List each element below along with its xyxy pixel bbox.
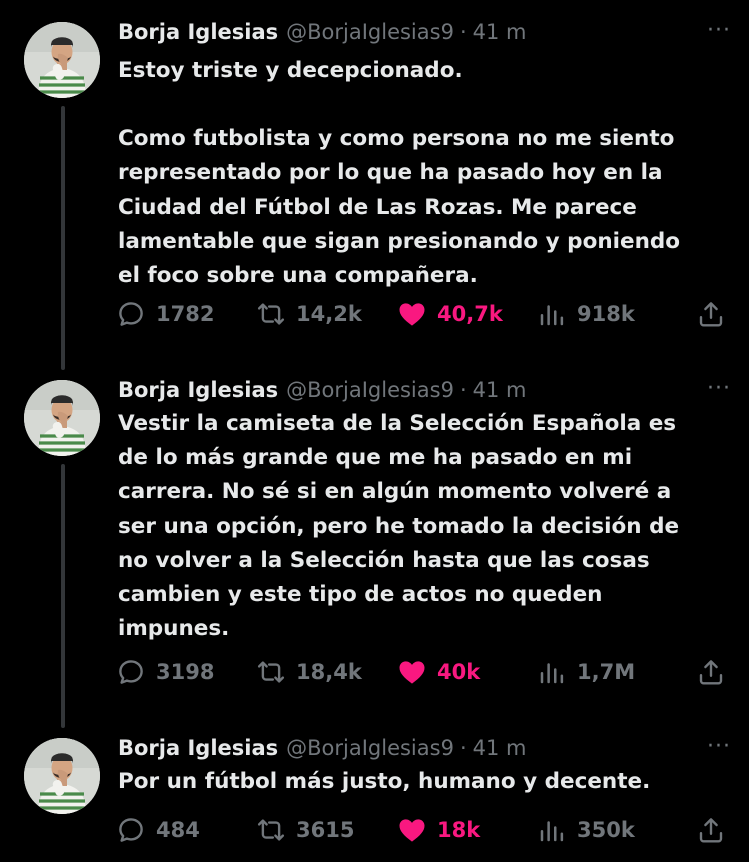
- author-name[interactable]: Borja Iglesias: [118, 378, 278, 402]
- like-heart-icon: [399, 661, 425, 684]
- tweet-line: Ciudad del Fútbol de Las Rozas. Me parec…: [118, 194, 637, 220]
- more-options-icon[interactable]: ···: [695, 373, 731, 403]
- timestamp[interactable]: 41 m: [473, 378, 527, 402]
- tweet-line: no volver a la Selección hasta que las c…: [118, 547, 650, 573]
- views-button[interactable]: 918k: [537, 296, 635, 332]
- tweet-line: representado por lo que ha pasado hoy en…: [118, 160, 663, 186]
- share-icon: [699, 660, 723, 685]
- tweet-line: Como futbolista y como persona no me sie…: [118, 126, 675, 152]
- views-count: 918k: [577, 302, 635, 326]
- reply-count: 1782: [156, 302, 215, 326]
- like-count: 40,7k: [437, 302, 503, 326]
- tweet-actions: 484 3615 18k 350k: [116, 812, 726, 848]
- reply-button[interactable]: 1782: [116, 296, 214, 332]
- tweet-line: impunes.: [118, 616, 230, 642]
- tweet-actions: 1782 14,2k 40,7k 918k: [116, 296, 726, 332]
- more-options-icon[interactable]: ···: [695, 731, 731, 761]
- reply-button[interactable]: 484: [116, 812, 200, 848]
- tweet-line: carrera. No sé si en algún momento volve…: [118, 479, 672, 505]
- tweet-text: Por un fútbol más justo, humano y decent…: [118, 765, 723, 799]
- more-options-icon[interactable]: ···: [695, 15, 731, 45]
- share-button[interactable]: [696, 654, 726, 690]
- avatar[interactable]: [24, 738, 100, 814]
- retweet-icon: [257, 303, 285, 325]
- tweet-line: Estoy triste y decepcionado.: [118, 58, 463, 83]
- tweet-line: Vestir la camiseta de la Selección Españ…: [118, 411, 677, 436]
- views-chart-icon: [540, 305, 564, 326]
- author-name[interactable]: Borja Iglesias: [118, 736, 278, 760]
- retweet-button[interactable]: 18,4k: [256, 654, 362, 690]
- separator-dot: ·: [459, 20, 467, 44]
- tweet-line: cambien y este tipo de actos no queden: [118, 582, 603, 608]
- views-count: 1,7M: [577, 660, 636, 684]
- tweet-line: lamentable que sigan presionando y ponie…: [118, 228, 681, 254]
- tweet-line: ser una opción, pero he tomado la decisi…: [118, 513, 680, 539]
- retweet-count: 3615: [296, 818, 355, 842]
- share-icon: [699, 818, 723, 843]
- thread-line-1: [61, 106, 65, 370]
- author-handle[interactable]: @BorjaIglesias9: [286, 378, 454, 402]
- like-count: 40k: [437, 660, 481, 684]
- tweet-text: Vestir la camiseta de la Selección Españ…: [118, 407, 723, 646]
- avatar[interactable]: [24, 380, 100, 456]
- like-button[interactable]: 40,7k: [397, 296, 503, 332]
- like-button[interactable]: 18k: [397, 812, 480, 848]
- tweet-header: Borja Iglesias @BorjaIglesias9 · 41 m ··…: [118, 17, 731, 47]
- like-heart-icon: [399, 303, 425, 326]
- share-button[interactable]: [696, 812, 726, 848]
- tweet-actions: 3198 18,4k 40k 1,7M: [116, 654, 726, 690]
- tweet-line: de lo más grande que me ha pasado en mi: [118, 445, 633, 471]
- separator-dot: ·: [459, 378, 467, 402]
- views-chart-icon: [540, 663, 564, 684]
- reply-icon: [119, 302, 143, 326]
- tweet-header: Borja Iglesias @BorjaIglesias9 · 41 m ··…: [118, 733, 731, 763]
- retweet-button[interactable]: 14,2k: [256, 296, 362, 332]
- views-button[interactable]: 1,7M: [537, 654, 635, 690]
- reply-button[interactable]: 3198: [116, 654, 214, 690]
- timestamp[interactable]: 41 m: [473, 736, 527, 760]
- author-name[interactable]: Borja Iglesias: [118, 20, 278, 44]
- share-button[interactable]: [696, 296, 726, 332]
- author-handle[interactable]: @BorjaIglesias9: [286, 20, 454, 44]
- tweet-text: Estoy triste y decepcionado. Como futbol…: [118, 54, 723, 293]
- tweet-line: el foco sobre una compañera.: [118, 263, 478, 289]
- timestamp[interactable]: 41 m: [473, 20, 527, 44]
- retweet-button[interactable]: 3615: [256, 812, 354, 848]
- views-button[interactable]: 350k: [537, 812, 635, 848]
- retweet-count: 14,2k: [296, 302, 362, 326]
- author-handle[interactable]: @BorjaIglesias9: [286, 736, 454, 760]
- reply-count: 484: [156, 818, 200, 842]
- separator-dot: ·: [459, 736, 467, 760]
- reply-count: 3198: [156, 660, 215, 684]
- avatar[interactable]: [24, 22, 100, 98]
- retweet-icon: [257, 819, 285, 841]
- like-button[interactable]: 40k: [397, 654, 480, 690]
- tweet-header: Borja Iglesias @BorjaIglesias9 · 41 m ··…: [118, 375, 731, 405]
- retweet-count: 18,4k: [296, 660, 362, 684]
- reply-icon: [119, 660, 143, 684]
- like-count: 18k: [437, 818, 481, 842]
- share-icon: [699, 302, 723, 327]
- views-chart-icon: [540, 821, 564, 842]
- reply-icon: [119, 818, 143, 842]
- thread-line-2: [61, 464, 65, 728]
- views-count: 350k: [577, 818, 635, 842]
- tweet-line: Por un fútbol más justo, humano y decent…: [118, 769, 651, 794]
- like-heart-icon: [399, 819, 425, 842]
- retweet-icon: [257, 661, 285, 683]
